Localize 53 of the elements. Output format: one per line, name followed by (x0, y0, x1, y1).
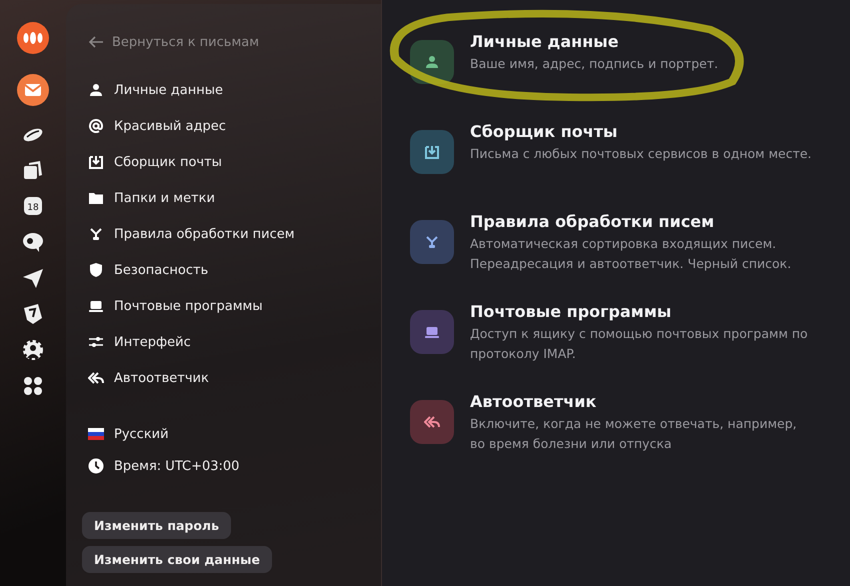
card-description: Письма с любых почтовых сервисов в одном месте. (470, 145, 813, 163)
timezone-link[interactable]: Время: UTC+03:00 (88, 456, 240, 476)
icon-tile[interactable] (410, 130, 454, 174)
card-description: Автоматическая сортировка входящих писем. Переадресация и автоответчик. Черный список. (470, 235, 792, 273)
clock-icon (88, 458, 104, 474)
card-description: Включите, когда не можете отвечать, например, во время болезни или отпуска (470, 415, 798, 453)
tag-icon[interactable] (21, 302, 45, 326)
nav-item[interactable]: Красивый адрес (88, 116, 226, 136)
nav-item[interactable]: Безопасность (88, 260, 208, 280)
card-title[interactable]: Правила обработки писем (470, 212, 815, 231)
download-icon (424, 144, 440, 160)
replyall-icon (88, 370, 104, 386)
sliders-icon (88, 334, 104, 350)
person-icon (88, 82, 104, 98)
shield-icon (88, 262, 104, 278)
laptop-icon (424, 324, 440, 340)
send-icon[interactable] (21, 266, 45, 290)
nav-item[interactable]: Автоответчик (88, 368, 209, 388)
icon-tile[interactable] (410, 220, 454, 264)
card-description: Ваше имя, адрес, подпись и портрет. (470, 55, 720, 73)
icon-tile[interactable] (410, 310, 454, 354)
card-title[interactable]: Сборщик почты (470, 122, 815, 141)
nav-item[interactable]: Сборщик почты (88, 152, 222, 172)
nav-item[interactable]: Личные данные (88, 80, 224, 100)
folder-icon (88, 190, 104, 206)
card-title[interactable]: Личные данные (470, 32, 815, 51)
logo-icon[interactable] (17, 22, 49, 54)
download-icon (88, 154, 104, 170)
icon-tile[interactable] (410, 400, 454, 444)
action-button[interactable]: Изменить пароль (82, 512, 231, 539)
calendar-icon[interactable]: 18 (21, 194, 45, 218)
cards-icon[interactable] (21, 158, 45, 182)
nav-item[interactable]: Папки и метки (88, 188, 215, 208)
back-arrow-icon (88, 34, 104, 50)
person-icon (424, 54, 440, 70)
fork-icon (424, 234, 440, 250)
card-title[interactable]: Почтовые программы (470, 302, 815, 321)
mail-icon[interactable] (17, 74, 49, 106)
nav-item[interactable]: Почтовые программы (88, 296, 263, 316)
back-link[interactable]: Вернуться к письмам (88, 32, 381, 52)
nav-item[interactable]: Правила обработки писем (88, 224, 295, 244)
at-icon (88, 118, 104, 134)
nav-item[interactable]: Интерфейс (88, 332, 191, 352)
flag-icon (88, 428, 104, 440)
language-link[interactable]: Русский (88, 424, 169, 444)
laptop-icon (88, 298, 104, 314)
card-description: Доступ к ящику с помощью почтовых программ по протоколу IMAP. (470, 325, 809, 363)
card-title[interactable]: Автоответчик (470, 392, 815, 411)
fork-icon (88, 226, 104, 242)
replyall-icon (424, 414, 440, 430)
action-button[interactable]: Изменить свои данные (82, 546, 272, 573)
chat-icon[interactable] (21, 230, 45, 254)
apps-icon[interactable] (21, 374, 45, 398)
